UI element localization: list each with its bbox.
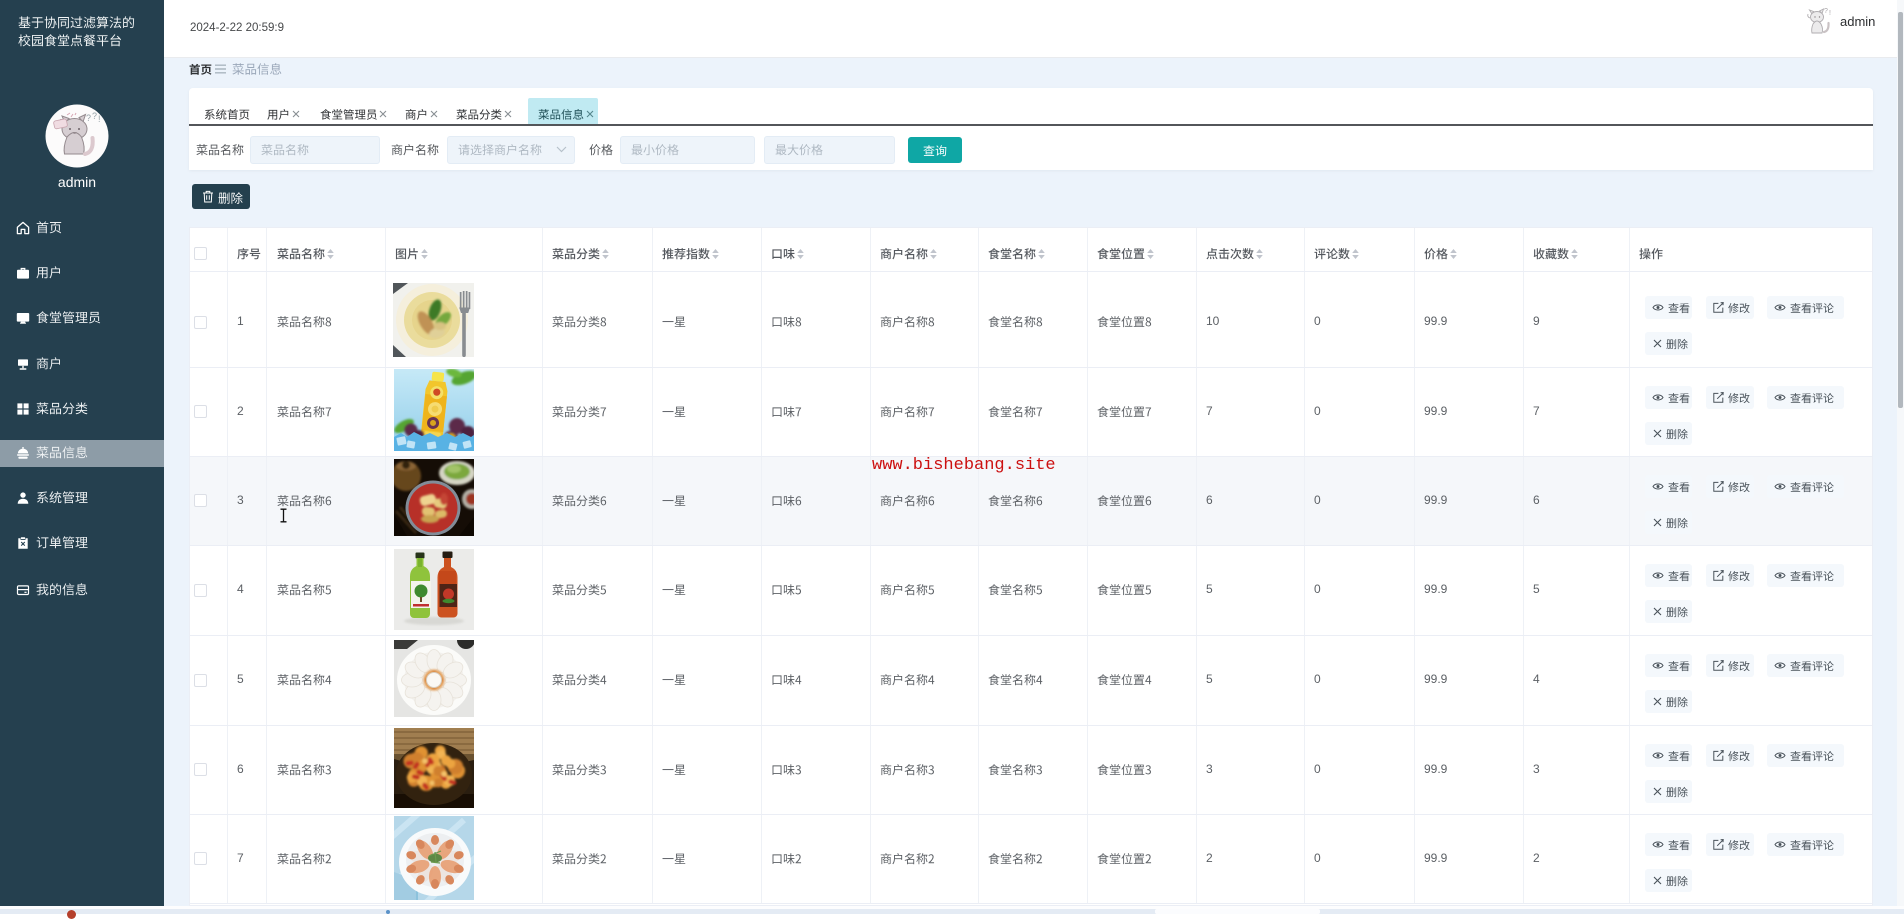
svg-text:?: ? xyxy=(1824,8,1828,15)
svg-text:!: ! xyxy=(98,114,101,124)
svg-text:?: ? xyxy=(86,113,91,123)
svg-text:?: ? xyxy=(92,111,97,121)
svg-text:!: ! xyxy=(1829,10,1831,17)
